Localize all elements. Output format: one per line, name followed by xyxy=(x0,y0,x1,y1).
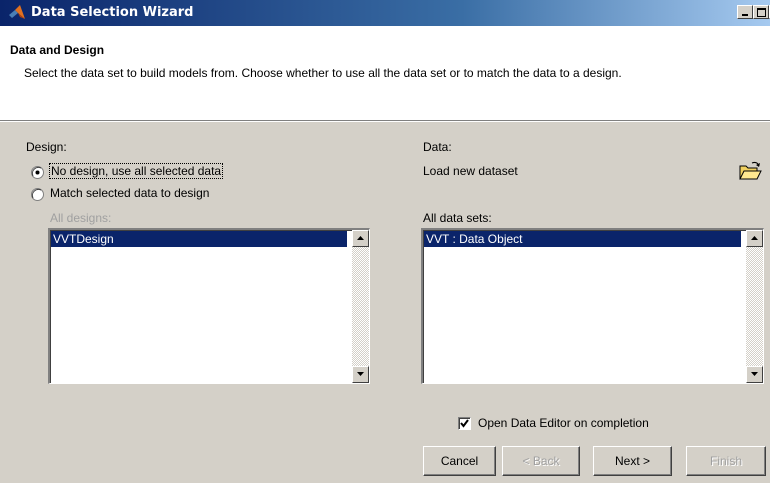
minimize-button[interactable] xyxy=(737,5,753,19)
checkmark-icon xyxy=(460,419,469,428)
scroll-up-icon xyxy=(751,236,758,240)
load-dataset-label: Load new dataset xyxy=(423,164,518,178)
designs-scroll-up-button[interactable] xyxy=(352,230,369,247)
title-bar[interactable]: Data Selection Wizard xyxy=(0,0,770,26)
header-panel: Data and Design Select the data set to b… xyxy=(0,26,770,121)
window-title: Data Selection Wizard xyxy=(31,5,194,20)
match-design-radio-label[interactable]: Match selected data to design xyxy=(50,186,209,200)
designs-list-item[interactable]: VVTDesign xyxy=(51,231,347,247)
no-design-radio-label[interactable]: No design, use all selected data xyxy=(48,163,224,179)
all-data-sets-label: All data sets: xyxy=(423,211,492,225)
no-design-label-text: No design, use all selected data xyxy=(48,163,224,179)
design-label: Design: xyxy=(26,140,67,154)
all-designs-label: All designs: xyxy=(50,211,112,225)
scroll-up-icon xyxy=(357,236,364,240)
datasets-listbox[interactable]: VVT : Data Object xyxy=(421,228,764,384)
scroll-down-icon xyxy=(751,372,758,376)
step-title: Data and Design xyxy=(10,43,105,57)
datasets-scroll-down-button[interactable] xyxy=(746,366,763,383)
datasets-scrollbar[interactable] xyxy=(746,230,763,383)
matlab-logo-icon xyxy=(9,5,25,19)
scroll-down-icon xyxy=(357,372,364,376)
datasets-list-item[interactable]: VVT : Data Object xyxy=(424,231,741,247)
designs-scroll-down-button[interactable] xyxy=(352,366,369,383)
datasets-scroll-up-button[interactable] xyxy=(746,230,763,247)
maximize-button[interactable] xyxy=(753,5,769,19)
finish-button[interactable]: Finish xyxy=(686,446,766,476)
open-editor-label[interactable]: Open Data Editor on completion xyxy=(478,416,649,430)
no-design-radio[interactable] xyxy=(31,166,44,179)
back-button[interactable]: < Back xyxy=(502,446,580,476)
wizard-window: Data Selection Wizard Data and Design Se… xyxy=(0,0,770,483)
header-divider xyxy=(0,121,770,122)
designs-listbox[interactable]: VVTDesign xyxy=(48,228,370,384)
next-button[interactable]: Next > xyxy=(593,446,672,476)
data-label: Data: xyxy=(423,140,452,154)
open-folder-icon[interactable] xyxy=(738,160,762,182)
open-editor-checkbox[interactable] xyxy=(458,417,471,430)
step-description: Select the data set to build models from… xyxy=(24,66,622,80)
match-design-radio[interactable] xyxy=(31,188,44,201)
cancel-button[interactable]: Cancel xyxy=(423,446,496,476)
designs-scrollbar[interactable] xyxy=(352,230,369,383)
